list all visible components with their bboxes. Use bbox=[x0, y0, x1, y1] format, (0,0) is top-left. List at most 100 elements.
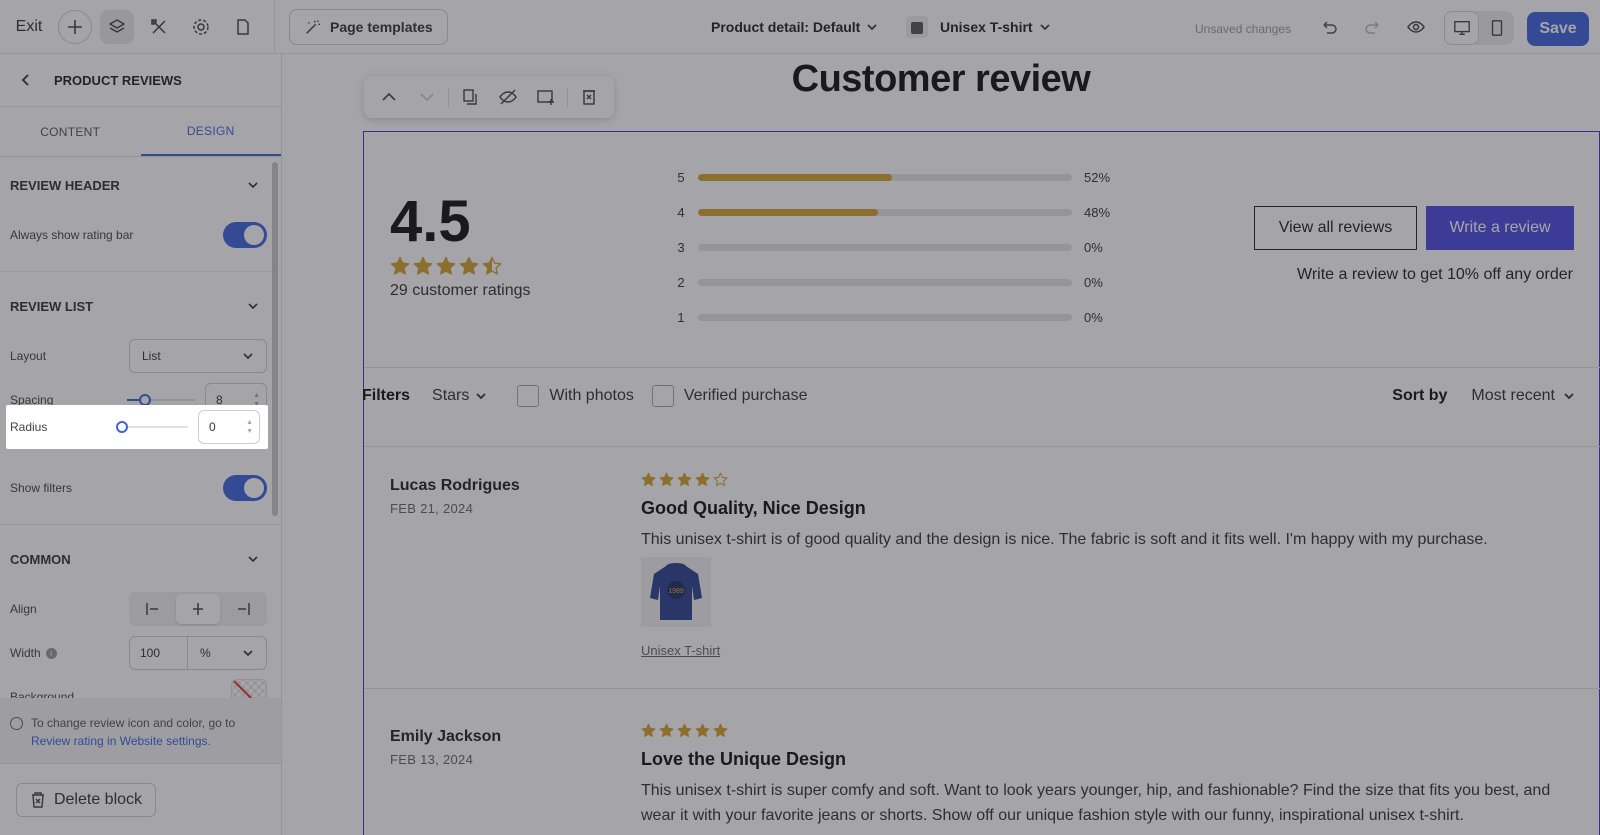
width-unit-select[interactable]: % bbox=[188, 637, 266, 669]
reviewed-product-link[interactable]: Unisex T-shirt bbox=[641, 643, 720, 658]
info-icon[interactable]: i bbox=[45, 647, 57, 659]
review-stars bbox=[641, 723, 728, 738]
chevron-down-icon bbox=[1564, 393, 1574, 400]
stars-filter-dropdown[interactable]: Stars bbox=[432, 387, 487, 405]
divider bbox=[364, 688, 1600, 689]
review-body: This unisex t-shirt is super comfy and s… bbox=[641, 782, 1551, 824]
rating-bar-track bbox=[698, 174, 1072, 181]
radius-slider-handle[interactable] bbox=[116, 421, 128, 433]
hide-button[interactable] bbox=[491, 80, 525, 114]
page-icon bbox=[237, 18, 249, 35]
write-review-button[interactable]: Write a review bbox=[1426, 206, 1574, 250]
verified-purchase-filter[interactable]: Verified purchase bbox=[651, 385, 808, 407]
desktop-view-button[interactable] bbox=[1444, 11, 1479, 45]
pages-button[interactable] bbox=[226, 10, 260, 44]
save-section-button[interactable] bbox=[529, 80, 563, 114]
stars-filter-label: Stars bbox=[432, 387, 470, 404]
top-toolbar: Exit Page templates Product detail: Defa… bbox=[0, 0, 1600, 54]
redo-button[interactable] bbox=[1358, 12, 1388, 42]
sidebar-scrollbar[interactable] bbox=[272, 162, 278, 692]
rating-bar-row: 1 0% bbox=[670, 300, 1110, 335]
rating-bar-row: 2 0% bbox=[670, 265, 1110, 300]
chevron-down-icon bbox=[248, 303, 258, 310]
chevron-down-icon bbox=[243, 650, 253, 657]
view-all-reviews-button[interactable]: View all reviews bbox=[1254, 206, 1417, 250]
align-right-button[interactable] bbox=[220, 594, 265, 624]
sort-dropdown[interactable]: Most recent bbox=[1471, 387, 1575, 405]
website-settings-link[interactable]: Review rating in Website settings. bbox=[31, 734, 211, 748]
star-icon bbox=[677, 723, 692, 737]
layers-icon bbox=[109, 18, 125, 33]
move-down-button[interactable] bbox=[410, 80, 444, 114]
radius-value: 0 bbox=[209, 420, 216, 434]
layers-button[interactable] bbox=[100, 9, 134, 44]
layout-value: List bbox=[142, 349, 161, 363]
review-list-section-toggle[interactable]: REVIEW LIST bbox=[0, 278, 281, 334]
undo-button[interactable] bbox=[1314, 12, 1344, 42]
align-center-button[interactable] bbox=[175, 594, 221, 624]
rating-bar-percent: 0% bbox=[1084, 275, 1103, 290]
product-detail-dropdown[interactable]: Product detail: Default bbox=[711, 0, 878, 54]
gear-icon bbox=[193, 18, 209, 35]
always-show-rating-toggle[interactable] bbox=[223, 222, 267, 248]
mobile-view-button[interactable] bbox=[1479, 11, 1514, 45]
radius-slider[interactable] bbox=[116, 421, 188, 433]
toolbar-divider bbox=[274, 0, 275, 54]
delete-block-button[interactable]: Delete block bbox=[16, 783, 156, 817]
verified-purchase-label: Verified purchase bbox=[683, 387, 808, 404]
chevron-left-icon[interactable] bbox=[20, 73, 32, 87]
duplicate-button[interactable] bbox=[453, 80, 487, 114]
product-label: Unisex T-shirt bbox=[940, 19, 1033, 35]
verified-purchase-checkbox[interactable] bbox=[651, 385, 674, 407]
delete-block-toolbar-button[interactable] bbox=[572, 80, 606, 114]
radius-stepper[interactable]: 0 ▲ ▼ bbox=[198, 410, 260, 444]
with-photos-filter[interactable]: With photos bbox=[517, 385, 634, 407]
review-title: Good Quality, Nice Design bbox=[641, 498, 866, 518]
review-date: FEB 21, 2024 bbox=[390, 501, 474, 516]
tools-button[interactable] bbox=[142, 10, 176, 44]
star-icon bbox=[413, 256, 433, 275]
review-photo[interactable]: 1989 bbox=[641, 557, 711, 627]
mobile-icon bbox=[1491, 20, 1502, 36]
common-section-toggle[interactable]: COMMON bbox=[0, 531, 281, 587]
rating-bar-track bbox=[698, 279, 1072, 286]
editor-canvas: Customer review 4.5 29 customer ratings … bbox=[282, 54, 1600, 835]
delete-block-label: Delete block bbox=[53, 791, 143, 808]
save-button[interactable]: Save bbox=[1527, 12, 1589, 46]
align-left-button[interactable] bbox=[131, 594, 176, 624]
row-label: Width i bbox=[10, 646, 57, 660]
page-templates-button[interactable]: Page templates bbox=[289, 8, 448, 45]
tab-content[interactable]: CONTENT bbox=[0, 107, 141, 156]
chevron-down-icon bbox=[867, 24, 877, 31]
settings-button[interactable] bbox=[184, 10, 218, 44]
width-input-group: 100 % bbox=[129, 636, 267, 670]
section-divider bbox=[0, 524, 281, 525]
review-promo-text: Write a review to get 10% off any order bbox=[1297, 266, 1573, 283]
with-photos-checkbox[interactable] bbox=[517, 385, 540, 407]
toolbar-divider bbox=[567, 87, 568, 107]
width-input[interactable]: 100 bbox=[130, 637, 188, 669]
spacing-slider[interactable] bbox=[127, 394, 195, 406]
exit-button[interactable]: Exit bbox=[0, 18, 58, 36]
product-dropdown[interactable]: Unisex T-shirt bbox=[906, 0, 1051, 54]
stepper-arrows-icon[interactable]: ▲▼ bbox=[246, 418, 253, 436]
tab-design[interactable]: DESIGN bbox=[140, 107, 281, 156]
sidebar-scrollbar-thumb[interactable] bbox=[272, 162, 278, 516]
product-reviews-block[interactable]: 4.5 29 customer ratings 5 52% 4 48% 3 0% 2 0% 1 0… bbox=[362, 131, 1600, 835]
trash-icon bbox=[31, 792, 44, 808]
rating-bar-fill bbox=[698, 174, 893, 181]
rating-bar-label: 3 bbox=[677, 240, 685, 255]
review-body: This unisex t-shirt is of good quality a… bbox=[641, 531, 1488, 548]
average-stars bbox=[390, 256, 502, 276]
align-center-icon bbox=[193, 603, 203, 615]
divider bbox=[364, 446, 1600, 447]
show-filters-toggle[interactable] bbox=[223, 475, 267, 501]
move-up-button[interactable] bbox=[372, 80, 406, 114]
add-element-button[interactable] bbox=[58, 9, 92, 44]
note-text: To change review icon and color, go to R… bbox=[31, 714, 235, 750]
layout-select[interactable]: List bbox=[129, 339, 267, 373]
review-date: FEB 13, 2024 bbox=[390, 752, 474, 767]
review-header-section-toggle[interactable]: REVIEW HEADER bbox=[0, 157, 281, 213]
section-title: COMMON bbox=[10, 551, 71, 567]
preview-button[interactable] bbox=[1401, 12, 1431, 42]
